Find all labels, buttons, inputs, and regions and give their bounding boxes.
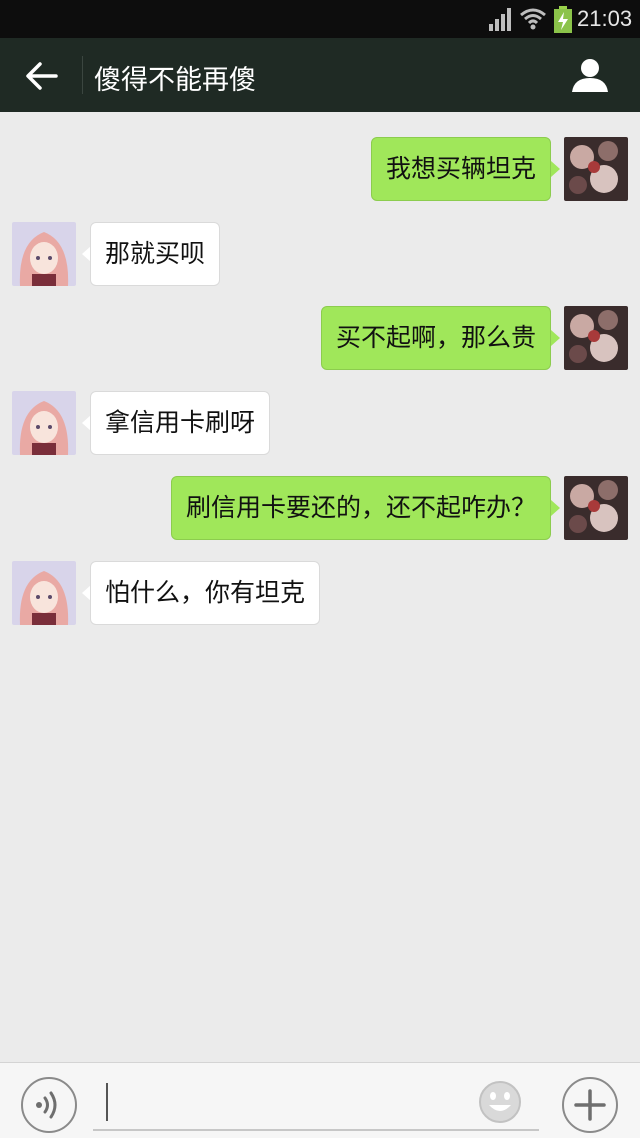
arrow-left-icon[interactable] bbox=[22, 58, 62, 94]
voice-button[interactable] bbox=[21, 1077, 77, 1133]
message-incoming: 那就买呗 bbox=[0, 222, 640, 286]
message-bubble[interactable]: 刷信用卡要还的，还不起咋办？ bbox=[170, 476, 551, 540]
contact-avatar[interactable] bbox=[12, 561, 76, 625]
message-bubble[interactable]: 买不起啊，那么贵 bbox=[320, 306, 551, 370]
chat-title: 傻得不能再傻 bbox=[94, 65, 256, 96]
message-incoming: 怕什么，你有坦克 bbox=[0, 561, 640, 625]
message-outgoing: 我想买辆坦克 bbox=[0, 137, 640, 201]
message-input[interactable] bbox=[93, 1077, 539, 1131]
bubble-tail bbox=[551, 330, 560, 346]
plus-icon bbox=[574, 1089, 606, 1121]
message-incoming: 拿信用卡刷呀 bbox=[0, 391, 640, 455]
voice-icon bbox=[36, 1091, 57, 1119]
message-bubble[interactable]: 我想买辆坦克 bbox=[370, 137, 551, 201]
chat-header: 傻得不能再傻 bbox=[0, 38, 640, 112]
message-list[interactable]: 我想买辆坦克 那就买呗 买不起啊，那么贵 拿信用卡刷呀 刷信用卡要还的，还不起咋… bbox=[0, 112, 640, 1062]
contact-avatar[interactable] bbox=[12, 222, 76, 286]
contact-avatar[interactable] bbox=[12, 391, 76, 455]
battery-charging-icon bbox=[554, 6, 572, 33]
emoji-icon[interactable] bbox=[477, 1079, 523, 1125]
message-outgoing: 买不起啊，那么贵 bbox=[0, 306, 640, 370]
my-avatar[interactable] bbox=[564, 476, 628, 540]
status-time: 21:03 bbox=[577, 6, 633, 31]
bubble-tail bbox=[551, 161, 560, 177]
message-bubble[interactable]: 那就买呗 bbox=[90, 222, 221, 286]
message-outgoing: 刷信用卡要还的，还不起咋办？ bbox=[0, 476, 640, 540]
input-bar bbox=[0, 1062, 640, 1138]
message-bubble[interactable]: 怕什么，你有坦克 bbox=[90, 561, 321, 625]
text-cursor bbox=[106, 1083, 108, 1121]
status-bar: 21:03 bbox=[0, 0, 640, 38]
more-button[interactable] bbox=[562, 1077, 618, 1133]
message-bubble[interactable]: 拿信用卡刷呀 bbox=[90, 391, 271, 455]
my-avatar[interactable] bbox=[564, 137, 628, 201]
wifi-icon bbox=[520, 8, 546, 30]
signal-icon bbox=[489, 8, 511, 31]
my-avatar[interactable] bbox=[564, 306, 628, 370]
header-divider bbox=[82, 56, 83, 94]
person-icon[interactable] bbox=[570, 57, 610, 93]
bubble-tail bbox=[551, 500, 560, 516]
